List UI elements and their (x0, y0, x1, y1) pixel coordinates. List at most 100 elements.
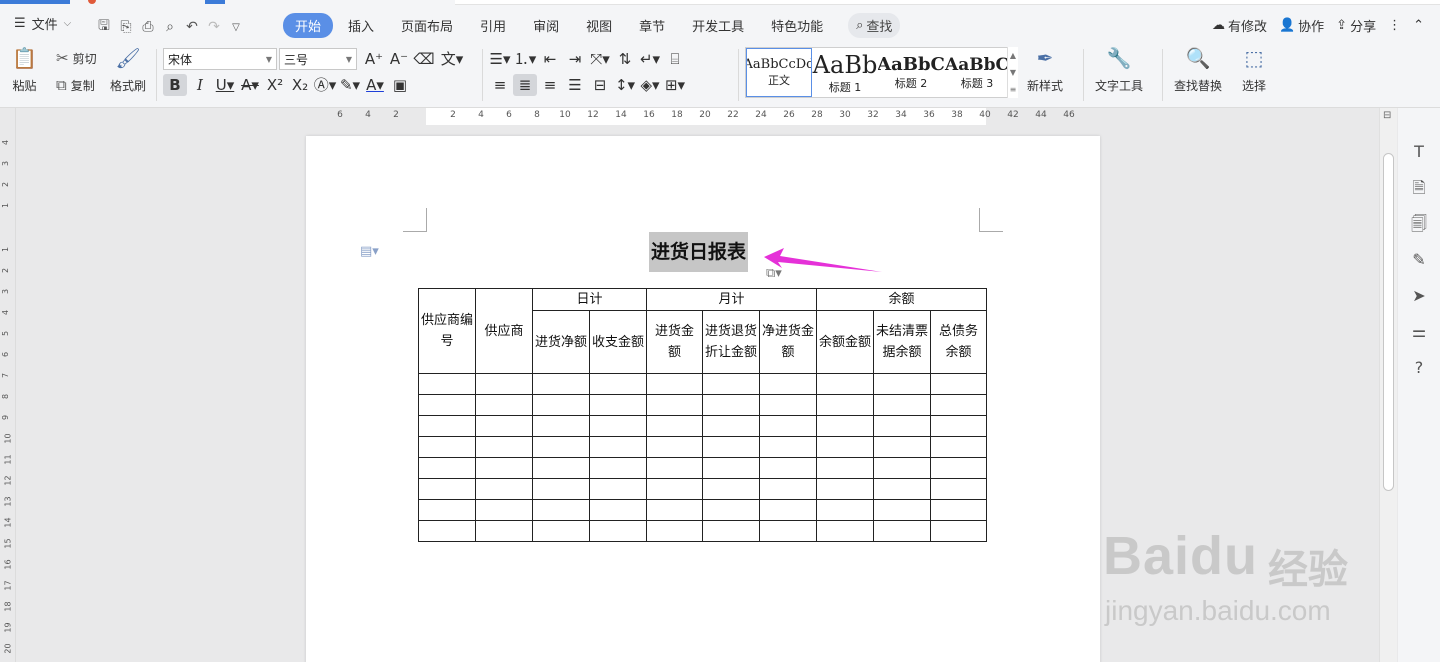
undo-icon[interactable]: ↶ (181, 19, 203, 35)
more-options-icon[interactable]: ⋮ (1388, 18, 1401, 33)
table-cell[interactable] (816, 415, 874, 437)
font-size-select[interactable]: 三号 ▼ (279, 48, 357, 70)
table-cell[interactable] (873, 478, 931, 500)
tab-references[interactable]: 引用 (468, 13, 518, 38)
table-cell[interactable] (759, 520, 817, 542)
table-cell[interactable] (589, 499, 647, 521)
table-cell[interactable] (816, 499, 874, 521)
redo-icon[interactable]: ↷ (203, 19, 225, 35)
format-painter-quick-icon[interactable]: ⎘ (115, 19, 137, 35)
expand-icon[interactable]: ≡ (1010, 85, 1017, 94)
table-cell[interactable] (418, 478, 476, 500)
table-cell[interactable] (930, 499, 987, 521)
cut-button[interactable]: ✂ 剪切 (56, 49, 97, 67)
text-effect-icon[interactable]: Ⓐ▾ (313, 74, 337, 96)
font-name-select[interactable]: 宋体 ▼ (163, 48, 277, 70)
distributed-icon[interactable]: ⊟ (588, 74, 612, 96)
file-menu[interactable]: ☰ 文件 ⌵ (14, 14, 71, 33)
table-cell[interactable] (532, 478, 590, 500)
pen-icon[interactable]: ✎ (1412, 250, 1425, 270)
customize-dropdown-icon[interactable]: ▽ (225, 22, 247, 33)
find-replace-button[interactable]: 🔍 查找替换 (1174, 47, 1222, 94)
numbered-list-icon[interactable]: ⒈▾ (513, 48, 537, 70)
help-icon[interactable]: ? (1415, 358, 1424, 378)
table-cell[interactable] (532, 394, 590, 416)
subheader-cell[interactable]: 进货净额 (532, 310, 590, 374)
table-cell[interactable] (418, 520, 476, 542)
style-normal[interactable]: AaBbCcDd 正文 (746, 48, 812, 97)
table-cell[interactable] (930, 436, 987, 458)
subheader-cell[interactable]: 未结清票据余额 (873, 310, 931, 374)
scroll-down-icon[interactable]: ▼ (1010, 68, 1016, 77)
table-cell[interactable] (532, 436, 590, 458)
table-cell[interactable] (873, 415, 931, 437)
table-cell[interactable] (475, 415, 533, 437)
format-painter-button[interactable]: 🖌 格式刷 (110, 47, 146, 94)
table-cell[interactable] (589, 478, 647, 500)
subheader-cell[interactable]: 收支金额 (589, 310, 647, 374)
table-cell[interactable] (646, 394, 703, 416)
align-right-icon[interactable]: ≡ (538, 74, 562, 96)
table-cell[interactable] (475, 394, 533, 416)
table-cell[interactable] (646, 415, 703, 437)
table-cell[interactable] (873, 373, 931, 395)
table-cell[interactable] (816, 478, 874, 500)
table-cell[interactable] (702, 478, 760, 500)
search-box[interactable]: ⌕ 查找 (848, 13, 901, 38)
table-cell[interactable] (532, 499, 590, 521)
table-cell[interactable] (418, 499, 476, 521)
table-cell[interactable] (930, 457, 987, 479)
underline-icon[interactable]: U▾ (213, 74, 237, 96)
sliders-icon[interactable]: ⚌ (1412, 322, 1426, 342)
table-cell[interactable] (475, 520, 533, 542)
phonetic-guide-icon[interactable]: 文▾ (437, 48, 467, 70)
borders-icon[interactable]: ⊞▾ (663, 74, 687, 96)
table-cell[interactable] (930, 478, 987, 500)
purchase-report-table[interactable]: 供应商编号 供应商 日计 月计 余额 进货净额 收支金额 进货金额 进货退货折让… (418, 288, 987, 542)
scrollbar-thumb[interactable] (1383, 153, 1394, 491)
subheader-cell[interactable]: 进货金额 (646, 310, 703, 374)
scroll-up-icon[interactable]: ▲ (1010, 51, 1016, 60)
table-cell[interactable] (646, 478, 703, 500)
table-cell[interactable] (873, 520, 931, 542)
table-cell[interactable] (418, 415, 476, 437)
table-cell[interactable] (702, 436, 760, 458)
text-format-icon[interactable]: T (1414, 142, 1424, 162)
table-cell[interactable] (930, 394, 987, 416)
table-cell[interactable] (930, 415, 987, 437)
table-cell[interactable] (759, 415, 817, 437)
modified-status-button[interactable]: ☁ 有修改 (1212, 16, 1267, 35)
table-cell[interactable] (532, 415, 590, 437)
table-cell[interactable] (589, 373, 647, 395)
strikethrough-icon[interactable]: A▾ (238, 74, 262, 96)
document-icon[interactable]: 🗎 (1413, 178, 1426, 198)
chinese-layout-icon[interactable]: ⤧▾ (588, 48, 612, 70)
tab-special-features[interactable]: 特色功能 (759, 13, 835, 38)
paste-button[interactable]: 📋 粘贴 (12, 47, 37, 94)
grow-font-icon[interactable]: A⁺ (362, 48, 386, 70)
save-icon[interactable]: 🖫 (93, 15, 115, 39)
table-cell[interactable] (873, 436, 931, 458)
table-cell[interactable] (702, 373, 760, 395)
document-settings-icon[interactable]: 🗐 (1411, 214, 1427, 234)
table-cell[interactable] (418, 373, 476, 395)
tab-chapter[interactable]: 章节 (627, 13, 677, 38)
table-cell[interactable] (532, 373, 590, 395)
table-cell[interactable] (759, 457, 817, 479)
tab-review[interactable]: 审阅 (521, 13, 571, 38)
table-cell[interactable] (589, 394, 647, 416)
table-cell[interactable] (816, 394, 874, 416)
table-cell[interactable] (646, 457, 703, 479)
subheader-cell[interactable]: 净进货金额 (759, 310, 817, 374)
table-cell[interactable] (930, 373, 987, 395)
table-cell[interactable] (873, 457, 931, 479)
tab-page-layout[interactable]: 页面布局 (389, 13, 465, 38)
table-cell[interactable] (873, 499, 931, 521)
subheader-cell[interactable]: 余额金额 (816, 310, 874, 374)
table-cell[interactable] (646, 499, 703, 521)
table-cell[interactable] (873, 394, 931, 416)
table-cell[interactable] (418, 394, 476, 416)
table-cell[interactable] (646, 436, 703, 458)
table-cell[interactable] (816, 373, 874, 395)
style-heading-1[interactable]: AaBb 标题 1 (812, 48, 878, 97)
